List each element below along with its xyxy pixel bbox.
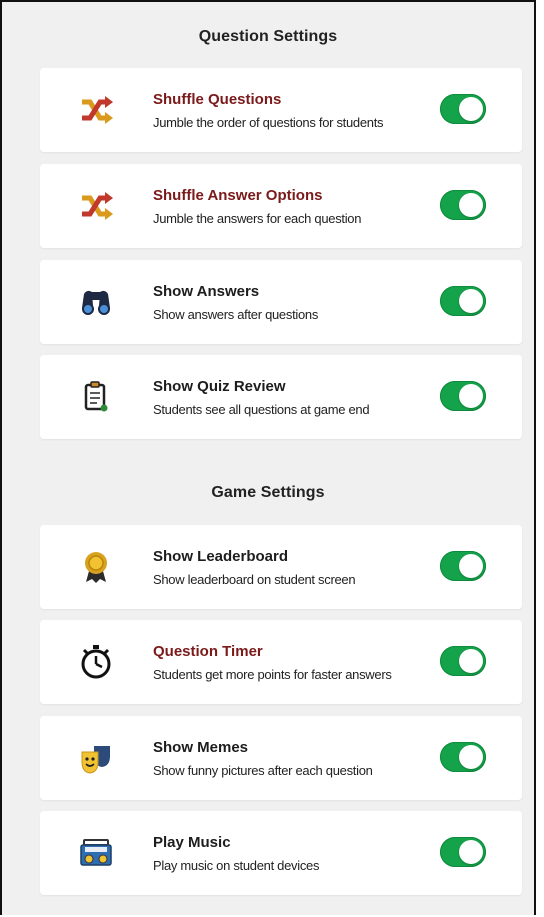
setting-shuffle-questions: Shuffle Questions Jumble the order of qu… — [40, 68, 522, 152]
toggle-knob — [459, 745, 483, 769]
setting-title: Play Music — [153, 834, 231, 851]
setting-description: Play music on student devices — [153, 858, 320, 873]
setting-description: Students get more points for faster answ… — [153, 667, 392, 682]
question-settings-title: Question Settings — [198, 28, 338, 45]
setting-description: Show leaderboard on student screen — [153, 572, 356, 587]
setting-show-answers: Show Answers Show answers after question… — [40, 260, 522, 344]
question-timer-toggle[interactable] — [440, 646, 486, 676]
setting-title: Show Memes — [153, 739, 249, 756]
clipboard-icon — [78, 379, 114, 415]
setting-question-timer: Question Timer Students get more points … — [40, 620, 522, 704]
toggle-knob — [459, 97, 483, 121]
game-settings-title: Game Settings — [211, 484, 325, 501]
setting-title: Show Answers — [153, 283, 260, 300]
show-quiz-review-toggle[interactable] — [440, 381, 486, 411]
toggle-knob — [459, 840, 483, 864]
setting-description: Jumble the order of questions for studen… — [153, 115, 384, 130]
setting-title: Shuffle Questions — [153, 91, 282, 108]
boombox-icon — [78, 835, 114, 871]
setting-shuffle-answer-options: Shuffle Answer Options Jumble the answer… — [40, 164, 522, 248]
medal-icon — [78, 549, 114, 585]
toggle-knob — [459, 384, 483, 408]
setting-title: Show Quiz Review — [153, 378, 286, 395]
setting-title: Question Timer — [153, 643, 263, 660]
setting-title: Shuffle Answer Options — [153, 187, 323, 204]
show-answers-toggle[interactable] — [440, 286, 486, 316]
setting-description: Show funny pictures after each question — [153, 763, 373, 778]
show-memes-toggle[interactable] — [440, 742, 486, 772]
show-leaderboard-toggle[interactable] — [440, 551, 486, 581]
toggle-knob — [459, 649, 483, 673]
settings-panel: Question Settings Shuffle Questions Jumb… — [0, 0, 536, 915]
binoculars-icon — [78, 284, 114, 320]
shuffle-icon — [78, 92, 114, 128]
setting-description: Show answers after questions — [153, 307, 319, 322]
toggle-knob — [459, 193, 483, 217]
stopwatch-icon — [78, 644, 114, 680]
setting-show-memes: Show Memes Show funny pictures after eac… — [40, 716, 522, 800]
shuffle-questions-toggle[interactable] — [440, 94, 486, 124]
toggle-knob — [459, 554, 483, 578]
setting-title: Show Leaderboard — [153, 548, 289, 565]
theater-masks-icon — [78, 740, 114, 776]
setting-description: Jumble the answers for each question — [153, 211, 362, 226]
setting-show-leaderboard: Show Leaderboard Show leaderboard on stu… — [40, 525, 522, 609]
setting-play-music: Play Music Play music on student devices — [40, 811, 522, 895]
setting-description: Students see all questions at game end — [153, 402, 370, 417]
toggle-knob — [459, 289, 483, 313]
setting-show-quiz-review: Show Quiz Review Students see all questi… — [40, 355, 522, 439]
shuffle-icon — [78, 188, 114, 224]
play-music-toggle[interactable] — [440, 837, 486, 867]
shuffle-answer-options-toggle[interactable] — [440, 190, 486, 220]
